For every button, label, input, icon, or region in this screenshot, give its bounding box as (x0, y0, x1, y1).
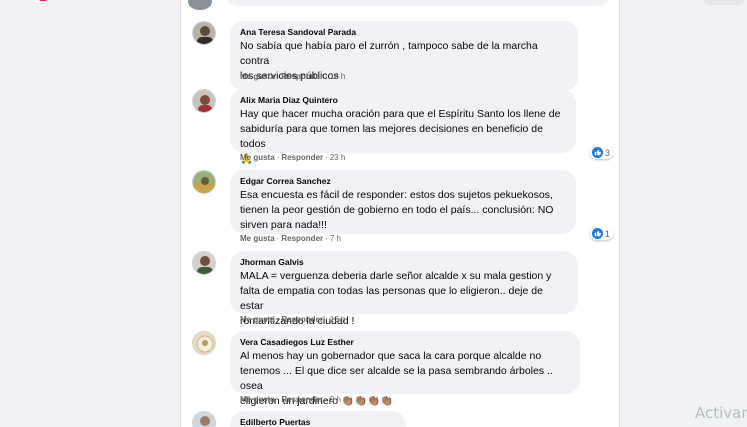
activation-watermark: Activar (695, 404, 747, 422)
menu-button[interactable] (704, 0, 744, 5)
timestamp[interactable]: 16 h (330, 72, 346, 81)
comment-actions: Me gusta · Responder · 16 h (240, 72, 345, 81)
comment-bubble: Vera Casadiegos Luz Esther Al menos hay … (230, 331, 580, 407)
comment-actions: Me gusta · Responder · 9 h (240, 395, 341, 404)
comment-bubble: Jhorman Galvis MALA = verguenza deberia … (230, 251, 578, 327)
like-link[interactable]: Me gusta (240, 315, 275, 324)
like-link[interactable]: Me gusta (240, 72, 275, 81)
comment-author[interactable]: Edilberto Puertas (240, 417, 396, 427)
like-link[interactable]: Me gusta (240, 234, 275, 243)
reaction-number: 3 (604, 147, 610, 158)
like-reaction-icon (591, 147, 603, 158)
comment-actions: Me gusta · Responder · 7 h (240, 234, 341, 243)
reply-link[interactable]: Responder (281, 153, 323, 162)
separator: · (325, 153, 328, 162)
avatar[interactable] (192, 21, 216, 45)
comment-author[interactable]: Ana Teresa Sandoval Parada (240, 27, 568, 37)
separator: · (325, 234, 328, 243)
timestamp[interactable]: 9 h (330, 395, 341, 404)
avatar[interactable] (192, 331, 216, 355)
user-photo-icon (193, 412, 215, 427)
separator: · (325, 315, 328, 324)
reaction-count[interactable]: 3 (589, 146, 613, 159)
like-link[interactable]: Me gusta (240, 153, 275, 162)
comment-author[interactable]: Alix Maria Diaz Quintero (240, 95, 566, 105)
separator: · (325, 72, 328, 81)
comment-author[interactable]: Vera Casadiegos Luz Esther (240, 337, 570, 347)
comment-author[interactable]: Jhorman Galvis (240, 257, 568, 267)
reply-link[interactable]: Responder (281, 395, 323, 404)
previous-comment-fragment (188, 0, 610, 14)
comment-actions: Me gusta · Responder · 16 h (240, 315, 345, 324)
avatar[interactable] (192, 89, 216, 113)
comment-bubble: Edilberto Puertas (230, 411, 406, 427)
avatar[interactable] (192, 170, 216, 194)
comment-bubble (226, 0, 610, 6)
timestamp[interactable]: 16 h (330, 315, 346, 324)
comment-text: Esa encuesta es fácil de responder: esto… (240, 189, 554, 231)
avatar (188, 0, 212, 10)
reaction-count[interactable]: 1 (589, 227, 613, 240)
comment-actions: Me gusta · Responder · 23 h (240, 153, 345, 162)
avatar[interactable] (192, 251, 216, 275)
reaction-number: 1 (604, 228, 610, 239)
comment-bubble: Edgar Correa Sanchez Esa encuesta es fác… (230, 170, 576, 234)
like-link[interactable]: Me gusta (240, 395, 275, 404)
reply-link[interactable]: Responder (281, 72, 323, 81)
timestamp[interactable]: 23 h (330, 153, 346, 162)
reply-link[interactable]: Responder (281, 315, 323, 324)
app-logo[interactable] (28, 0, 54, 4)
comment-bubble: Alix Maria Diaz Quintero Hay que hacer m… (230, 89, 576, 165)
timestamp[interactable]: 7 h (330, 234, 341, 243)
comment-author[interactable]: Edgar Correa Sanchez (240, 176, 566, 186)
separator: · (325, 395, 328, 404)
like-reaction-icon (591, 228, 603, 239)
reply-link[interactable]: Responder (281, 234, 323, 243)
